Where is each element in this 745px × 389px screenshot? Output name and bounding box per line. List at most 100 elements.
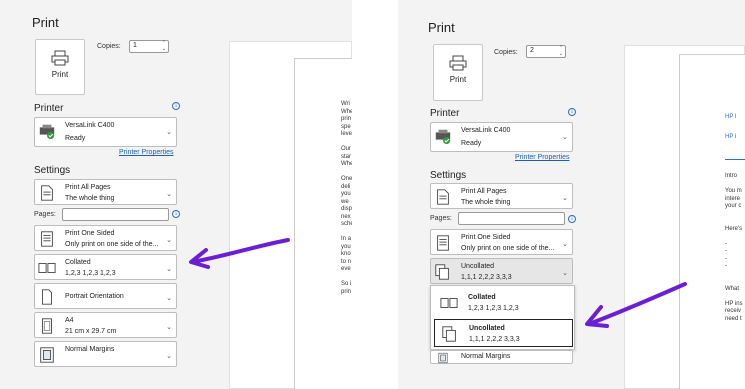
preview-line: kno xyxy=(341,251,351,257)
collation-menu: Collated 1,2,3 1,2,3 1,2,3 Uncollated 1,… xyxy=(430,285,575,350)
menu-item-collated[interactable]: Collated 1,2,3 1,2,3 1,2,3 xyxy=(434,289,573,317)
portrait-icon xyxy=(42,289,52,305)
preview-line: star xyxy=(341,153,352,160)
preview-line: Whe xyxy=(341,108,352,115)
menu-item-line1: Uncollated xyxy=(469,325,505,332)
preview-line: - xyxy=(725,263,727,269)
margins-partial-label: Normal Margins xyxy=(461,353,511,360)
spin-arrows-icon[interactable]: ⌃ ⌄ xyxy=(162,40,166,52)
preview-line: leve xyxy=(341,131,352,137)
pages-input[interactable] xyxy=(458,212,565,225)
orientation-dropdown[interactable]: Portrait Orientation ⌄ xyxy=(34,283,177,309)
preview-line: - xyxy=(725,255,727,262)
printer-device-icon xyxy=(39,124,55,140)
pages-input[interactable] xyxy=(62,208,169,221)
preview-link: HP I xyxy=(725,114,737,120)
chevron-down-icon: ⌄ xyxy=(166,353,172,360)
pages-icon xyxy=(437,189,449,205)
collation-dropdown[interactable]: Uncollated 1,1,1 2,2,2 3,3,3 ⌄ xyxy=(430,258,573,284)
print-button-label: Print xyxy=(51,70,69,79)
preview-line xyxy=(725,211,743,219)
copies-value: 2 xyxy=(530,47,534,54)
orientation-label: Portrait Orientation xyxy=(65,293,124,300)
collation-line1: Collated xyxy=(65,259,91,266)
menu-item-uncollated[interactable]: Uncollated 1,1,1 2,2,2 3,3,3 xyxy=(434,319,573,347)
preview-line xyxy=(341,139,352,147)
copies-label: Copies: xyxy=(494,49,518,56)
menu-item-line2: 1,2,3 1,2,3 1,2,3 xyxy=(468,305,519,312)
paper-line2: 21 cm x 29.7 cm xyxy=(65,328,117,335)
preview-line xyxy=(725,271,743,279)
chevron-down-icon: ⌄ xyxy=(166,295,172,302)
menu-item-line1: Collated xyxy=(468,294,496,301)
print-button[interactable]: Print xyxy=(433,44,483,101)
annotation-arrow xyxy=(585,282,687,328)
preview-line xyxy=(341,274,352,282)
pages-label: Pages: xyxy=(430,215,452,222)
print-preview: HP I HP I Intro You m intere your c Here's… xyxy=(624,45,745,389)
margins-dropdown[interactable]: Normal Margins ⌄ xyxy=(34,341,177,367)
page-title: Print xyxy=(428,20,455,35)
preview-line: to n xyxy=(341,258,352,265)
preview-line: Wri xyxy=(341,101,350,107)
preview-line: nex xyxy=(341,213,351,220)
settings-heading: Settings xyxy=(430,170,467,181)
preview-line: HP ins xyxy=(725,300,743,307)
sides-line2: Only print on one side of the... xyxy=(65,241,159,248)
collation-dropdown[interactable]: Collated 1,2,3 1,2,3 1,2,3 ⌄ xyxy=(34,254,177,280)
printer-status: Ready xyxy=(65,135,86,142)
pages-scope-dropdown[interactable]: Print All Pages The whole thing ⌄ xyxy=(430,183,573,209)
copies-value: 1 xyxy=(133,42,137,49)
print-button[interactable]: Print xyxy=(35,39,85,95)
margins-dropdown[interactable]: Normal Margins xyxy=(430,350,573,364)
chevron-down-icon: ⌄ xyxy=(562,134,568,141)
sides-dropdown[interactable]: Print One Sided Only print on one side o… xyxy=(430,229,573,255)
copies-input[interactable]: 1 ⌃ ⌄ xyxy=(129,40,169,53)
info-icon[interactable]: i xyxy=(568,215,576,223)
collated-icon xyxy=(38,263,56,273)
pages-scope-line2: The whole thing xyxy=(461,199,511,206)
preview-line: eve xyxy=(341,266,351,272)
printer-properties-link[interactable]: Printer Properties xyxy=(515,154,569,161)
spin-arrows-icon[interactable]: ⌃ ⌄ xyxy=(559,45,563,57)
copies-input[interactable]: 2 ⌃ ⌄ xyxy=(526,45,566,58)
preview-line: You m xyxy=(725,188,742,194)
printer-dropdown[interactable]: VersaLink C400 Ready ⌄ xyxy=(34,117,177,147)
pages-scope-line2: The whole thing xyxy=(65,195,115,202)
preview-line xyxy=(725,181,743,189)
paper-dropdown[interactable]: A4 21 cm x 29.7 cm ⌄ xyxy=(34,312,177,338)
info-icon[interactable]: i xyxy=(172,210,180,218)
preview-line: - xyxy=(725,248,727,254)
preview-line: deli xyxy=(341,183,351,190)
info-icon[interactable]: i xyxy=(172,102,180,110)
preview-line: receiv xyxy=(725,308,742,314)
preview-line: sche xyxy=(341,221,352,227)
preview-line xyxy=(725,293,743,301)
printer-heading: Printer xyxy=(34,103,64,114)
chevron-down-icon: ⌄ xyxy=(562,270,568,277)
margins-icon xyxy=(40,347,54,363)
printer-device-icon xyxy=(435,129,451,145)
preview-line: you xyxy=(341,191,351,197)
uncollated-icon xyxy=(442,326,456,342)
chevron-down-icon: ⌄ xyxy=(166,266,172,273)
printer-properties-link[interactable]: Printer Properties xyxy=(119,149,173,156)
pages-icon xyxy=(41,185,53,201)
preview-line: we xyxy=(341,198,349,205)
collated-icon xyxy=(440,298,458,308)
sides-line2: Only print on one side of the... xyxy=(461,245,555,252)
preview-line: What xyxy=(725,285,740,292)
print-panel-left: Print Print Copies: 1 ⌃ ⌄ Printer i Versa… xyxy=(0,0,352,389)
preview-line: Our xyxy=(341,146,352,152)
sides-dropdown[interactable]: Print One Sided Only print on one side o… xyxy=(34,225,177,251)
preview-page: HP I HP I Intro You m intere your c Here's… xyxy=(679,54,745,389)
printer-dropdown[interactable]: VersaLink C400 Ready ⌄ xyxy=(430,122,573,152)
pages-scope-dropdown[interactable]: Print All Pages The whole thing ⌄ xyxy=(34,179,177,205)
chevron-down-icon: ⌄ xyxy=(166,324,172,331)
paper-size-icon xyxy=(42,318,52,334)
collation-line2: 1,2,3 1,2,3 1,2,3 xyxy=(65,270,116,277)
info-icon[interactable]: i xyxy=(568,108,576,116)
chevron-down-icon: ⌄ xyxy=(562,195,568,202)
preview-line: So i xyxy=(341,281,352,287)
menu-item-line2: 1,1,1 2,2,2 3,3,3 xyxy=(469,336,520,343)
